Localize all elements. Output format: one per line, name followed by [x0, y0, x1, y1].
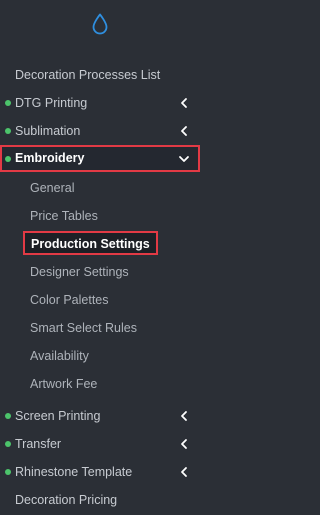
submenu-item-production-settings[interactable]: Production Settings [0, 229, 200, 257]
status-dot [5, 413, 11, 419]
submenu-item-label: General [30, 181, 75, 195]
menu-item-label: Decoration Processes List [15, 68, 161, 82]
menu-item-rhinestone-template[interactable]: Rhinestone Template [0, 458, 200, 486]
status-dot [5, 100, 11, 106]
submenu-item-label: Color Palettes [30, 293, 109, 307]
menu-item-sublimation[interactable]: Sublimation [0, 117, 200, 145]
chevron-left-icon[interactable] [178, 466, 190, 478]
status-dot [5, 128, 11, 134]
chevron-left-icon[interactable] [178, 125, 190, 137]
menu-item-screen-printing[interactable]: Screen Printing [0, 402, 200, 430]
submenu-item-label: Production Settings [23, 231, 158, 255]
menu-item-dtg-printing[interactable]: DTG Printing [0, 89, 200, 117]
menu-item-decoration-processes-list[interactable]: Decoration Processes List [0, 61, 200, 89]
chevron-left-icon[interactable] [178, 97, 190, 109]
menu-item-label: Decoration Pricing [15, 493, 118, 507]
submenu-item-color-palettes[interactable]: Color Palettes [0, 286, 200, 314]
menu-item-label: Sublimation [15, 124, 81, 138]
chevron-left-icon[interactable] [178, 438, 190, 450]
submenu-item-label: Smart Select Rules [30, 321, 137, 335]
menu-item-label: Rhinestone Template [15, 465, 133, 479]
chevron-left-icon[interactable] [178, 410, 190, 422]
menu-item-embroidery[interactable]: Embroidery [0, 145, 200, 172]
submenu-item-label: Artwork Fee [30, 377, 98, 391]
submenu-item-availability[interactable]: Availability [0, 342, 200, 370]
submenu-item-general[interactable]: General [0, 174, 200, 202]
submenu-item-label: Designer Settings [30, 265, 129, 279]
status-dot [5, 441, 11, 447]
sidebar-logo [0, 0, 200, 58]
submenu-item-artwork-fee[interactable]: Artwork Fee [0, 370, 200, 398]
menu-item-label: DTG Printing [15, 96, 88, 110]
submenu-item-price-tables[interactable]: Price Tables [0, 202, 200, 230]
menu-item-transfer[interactable]: Transfer [0, 430, 200, 458]
menu-item-label: Embroidery [15, 151, 85, 165]
submenu-item-label: Price Tables [30, 209, 98, 223]
menu-item-decoration-pricing[interactable]: Decoration Pricing [0, 486, 200, 514]
submenu-item-designer-settings[interactable]: Designer Settings [0, 258, 200, 286]
submenu-item-smart-select-rules[interactable]: Smart Select Rules [0, 314, 200, 342]
menu-item-label: Screen Printing [15, 409, 101, 423]
menu-item-label: Transfer [15, 437, 62, 451]
submenu-item-label: Availability [30, 349, 89, 363]
chevron-down-icon[interactable] [178, 153, 190, 165]
drop-icon [92, 13, 108, 35]
status-dot [5, 469, 11, 475]
status-dot [5, 156, 11, 162]
